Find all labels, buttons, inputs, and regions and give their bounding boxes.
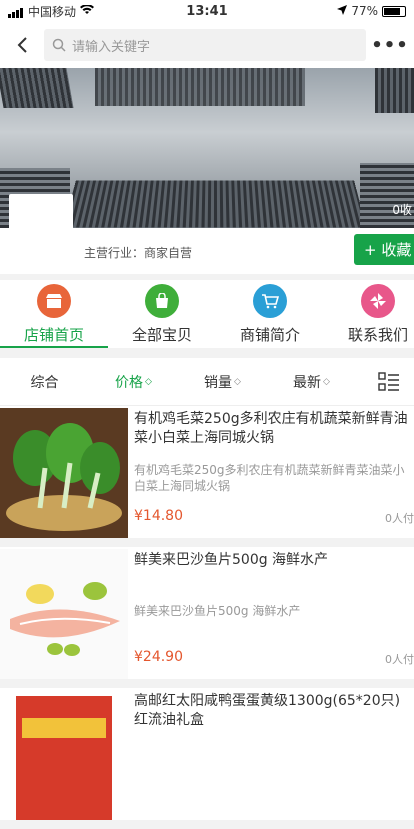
shop-industry: 主营行业：商家自营	[84, 246, 193, 260]
product-title: 鲜美来巴沙鱼片500g 海鲜水产	[134, 552, 329, 568]
sort-label: 价格	[115, 374, 144, 391]
product-list: 有机鸡毛菜250g多利农庄有机蔬菜新鲜青油菜小白菜上海同城火锅 有机鸡毛菜250…	[0, 406, 414, 829]
shop-nav: 店铺首页 全部宝贝 商铺简介 联系我们	[0, 280, 414, 348]
tab-label: 联系我们	[347, 326, 408, 344]
tab-label: 店铺首页	[23, 326, 84, 344]
product-sold: 0人付	[385, 653, 414, 666]
product-title: 高邮红太阳咸鸭蛋蛋黄级1300g(65*20只)红流油礼盒	[134, 693, 401, 728]
tab-contact-us[interactable]: 联系我们	[324, 280, 414, 348]
tab-label: 商铺简介	[239, 326, 300, 344]
tab-all-products[interactable]: 全部宝贝	[108, 280, 216, 348]
sort-label: 销量	[204, 374, 233, 391]
product-title: 有机鸡毛菜250g多利农庄有机蔬菜新鲜青油菜小白菜上海同城火锅	[134, 411, 408, 446]
layout-toggle-button[interactable]	[364, 371, 414, 392]
bag-icon	[145, 284, 179, 318]
shop-logo	[9, 194, 73, 258]
more-button[interactable]: •••	[366, 22, 414, 68]
store-icon	[37, 284, 71, 318]
list-view-icon	[378, 371, 399, 391]
sort-comprehensive[interactable]: 综合	[0, 372, 89, 392]
pinwheel-icon	[361, 284, 395, 318]
tab-shop-intro[interactable]: 商铺简介	[216, 280, 324, 348]
top-bar: 请输入关键字 •••	[0, 22, 414, 68]
search-placeholder: 请输入关键字	[72, 39, 151, 55]
sort-label: 最新	[293, 374, 322, 391]
cart-icon	[253, 284, 287, 318]
signal-icon	[8, 4, 24, 18]
search-input[interactable]: 请输入关键字	[44, 29, 366, 61]
sort-newest[interactable]: 最新 ◇	[267, 372, 356, 392]
sort-label: 综合	[30, 374, 59, 391]
sort-arrows-icon: ◇	[323, 376, 330, 387]
tab-shop-home[interactable]: 店铺首页	[0, 280, 108, 348]
sort-sales[interactable]: 销量 ◇	[178, 372, 267, 392]
favorite-button[interactable]: + 收藏	[354, 234, 414, 265]
product-price: ¥14.80	[134, 508, 183, 524]
wifi-icon	[80, 4, 95, 18]
product-image-greens	[0, 408, 128, 538]
product-desc: 鲜美来巴沙鱼片500g 海鲜水产	[134, 604, 301, 618]
product-price: ¥24.90	[134, 649, 183, 665]
product-card[interactable]: 有机鸡毛菜250g多利农庄有机蔬菜新鲜青油菜小白菜上海同城火锅 有机鸡毛菜250…	[0, 406, 414, 538]
location-icon	[337, 4, 348, 18]
back-button[interactable]	[0, 22, 44, 68]
product-card[interactable]: 鲜美来巴沙鱼片500g 海鲜水产 鲜美来巴沙鱼片500g 海鲜水产 ¥24.90…	[0, 547, 414, 679]
product-image-eggs	[0, 690, 128, 820]
product-image-fish	[0, 549, 128, 679]
sort-price[interactable]: 价格 ◇	[89, 372, 178, 392]
product-sold: 0人付	[385, 512, 414, 525]
favorites-count: 0收	[392, 203, 412, 217]
chevron-left-icon	[17, 37, 27, 53]
search-icon	[52, 38, 66, 52]
carrier-label: 中国移动	[28, 4, 77, 19]
product-card[interactable]: 高邮红太阳咸鸭蛋蛋黄级1300g(65*20只)红流油礼盒	[0, 688, 414, 820]
status-bar: 中国移动 13:41 77%	[0, 0, 414, 22]
tab-label: 全部宝贝	[131, 326, 192, 344]
product-desc: 有机鸡毛菜250g多利农庄有机蔬菜新鲜青菜油菜小白菜上海同城火锅	[134, 463, 405, 493]
sort-bar: 综合 价格 ◇ 销量 ◇ 最新 ◇	[0, 358, 414, 406]
battery-percent: 77%	[351, 4, 378, 18]
sort-arrows-icon: ◇	[145, 376, 152, 387]
more-icon: •••	[371, 34, 409, 56]
sort-arrows-icon: ◇	[234, 376, 241, 387]
battery-icon	[382, 5, 406, 17]
